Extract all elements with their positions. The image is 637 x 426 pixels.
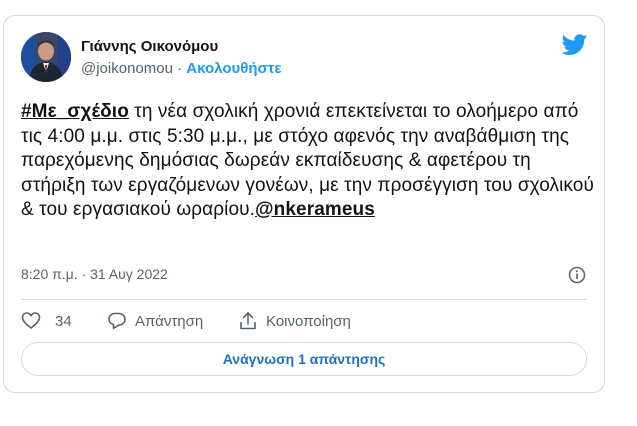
separator-dot: · [177, 60, 183, 77]
tweet-card: Γιάννης Οικονόμου @joikonomou · Ακολουθή… [3, 15, 605, 393]
hashtag-link[interactable]: #Με_σχέδιο [21, 101, 129, 122]
author-handle[interactable]: @joikonomou [81, 60, 173, 77]
author-handle-row: @joikonomou · Ακολουθήστε [81, 60, 282, 77]
like-count: 34 [55, 312, 72, 330]
like-button[interactable]: 34 [21, 311, 72, 331]
reply-label: Απάντηση [135, 312, 204, 330]
tweet-text: #Με_σχέδιο τη νέα σχολική χρονιά επεκτεί… [21, 100, 596, 223]
share-label: Κοινοποίηση [266, 312, 351, 330]
read-replies-button[interactable]: Ανάγνωση 1 απάντησης [21, 342, 587, 376]
author-name[interactable]: Γιάννης Οικονόμου [81, 38, 218, 55]
avatar[interactable] [21, 32, 71, 82]
twitter-bird-icon[interactable] [562, 34, 588, 56]
comment-icon [108, 312, 126, 330]
divider [21, 299, 587, 300]
share-action[interactable]: Κοινοποίηση [238, 311, 351, 331]
follow-link[interactable]: Ακολουθήστε [186, 60, 281, 77]
share-icon [240, 312, 256, 330]
heart-icon [21, 312, 41, 329]
info-icon[interactable] [568, 266, 586, 284]
tweet-timestamp[interactable]: 8:20 π.μ. · 31 Αυγ 2022 [21, 266, 168, 282]
mention-link[interactable]: @nkerameus [255, 199, 375, 220]
reply-action[interactable]: Απάντηση [107, 311, 203, 331]
